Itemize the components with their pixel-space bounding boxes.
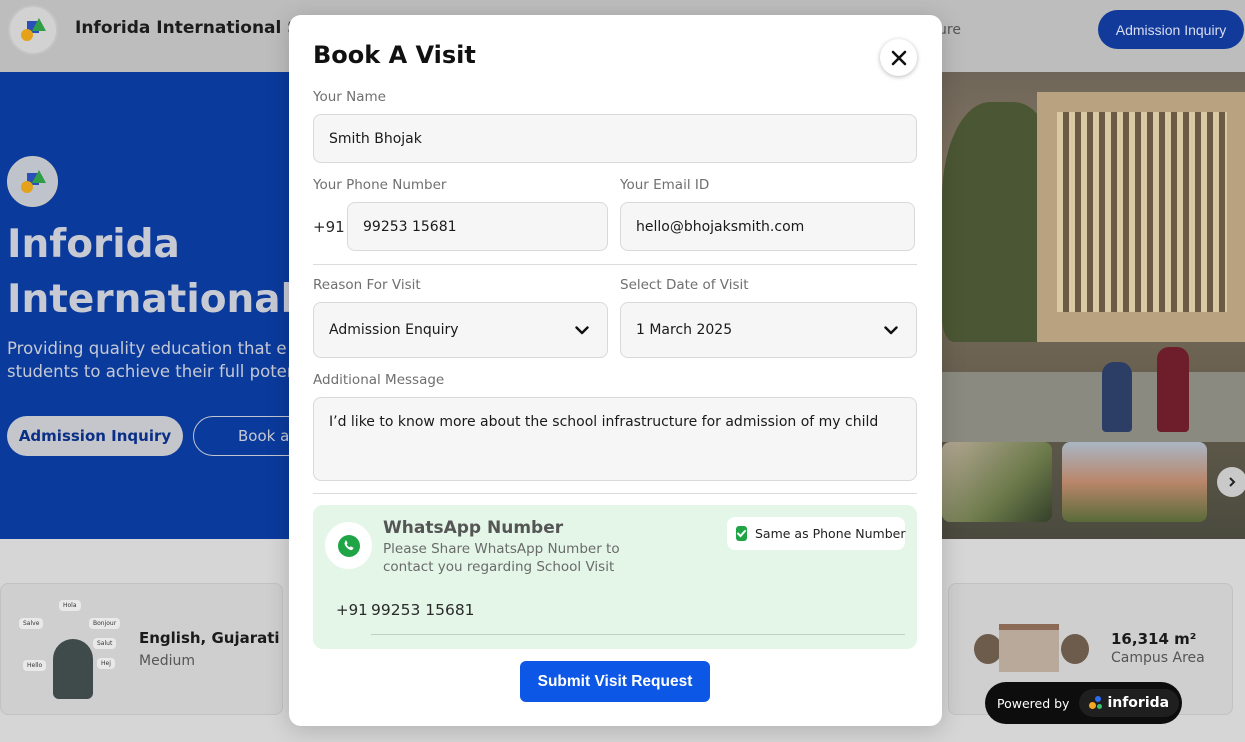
inforida-brand-name: inforida xyxy=(1107,695,1170,711)
language-illustration: Hola Salve Salut Hello Bonjour Hej xyxy=(13,594,125,706)
name-label: Your Name xyxy=(313,89,386,105)
reason-label: Reason For Visit xyxy=(313,277,421,293)
chevron-down-icon xyxy=(575,325,589,334)
phone-label: Your Phone Number xyxy=(313,177,447,193)
student-figure xyxy=(1102,362,1132,432)
building-shape xyxy=(999,624,1059,672)
campus-area-label: Campus Area xyxy=(1111,650,1205,666)
speech-bubble: Salut xyxy=(93,638,117,649)
chevron-down-icon xyxy=(884,325,898,334)
hero-title-line-2: International S xyxy=(7,277,336,322)
ground-shape xyxy=(942,372,1245,442)
checkbox-checked-icon[interactable] xyxy=(736,526,747,541)
hero-logo xyxy=(7,156,58,207)
date-selected-value: 1 March 2025 xyxy=(636,322,733,338)
hero-title-line-1: Inforida xyxy=(7,222,180,267)
campus-illustration xyxy=(969,624,1094,674)
date-label: Select Date of Visit xyxy=(620,277,749,293)
reason-select[interactable]: Admission Enquiry xyxy=(313,302,608,358)
hero-title: Inforida International S xyxy=(7,217,336,327)
whatsapp-description: Please Share WhatsApp Number to contact … xyxy=(383,541,620,575)
student-figure xyxy=(1157,347,1189,432)
whatsapp-country-code: +91 xyxy=(336,601,368,619)
hero-subtitle: Providing quality education that e stude… xyxy=(7,337,294,383)
message-label: Additional Message xyxy=(313,372,445,388)
whatsapp-icon xyxy=(337,534,360,557)
whatsapp-title: WhatsApp Number xyxy=(383,518,564,538)
book-visit-modal: Book A Visit Your Name Smith Bhojak Your… xyxy=(289,15,942,726)
gallery-thumbnail[interactable] xyxy=(942,442,1052,522)
hero-subtitle-line-1: Providing quality education that e xyxy=(7,339,287,358)
campus-area-value: 16,314 m² xyxy=(1111,630,1197,648)
hero-subtitle-line-2: students to achieve their full poter xyxy=(7,362,294,381)
speech-bubble: Hello xyxy=(23,660,47,671)
medium-languages: English, Gujarati xyxy=(139,629,280,647)
building-shape xyxy=(1037,92,1245,342)
whatsapp-number-field[interactable]: 99253 15681 xyxy=(371,601,475,619)
chevron-right-icon xyxy=(1229,477,1236,487)
email-label: Your Email ID xyxy=(620,177,710,193)
whatsapp-input-underline xyxy=(371,634,905,635)
close-icon xyxy=(891,50,906,65)
campus-photo xyxy=(942,72,1245,539)
gallery-thumbnail[interactable] xyxy=(1062,442,1207,522)
whatsapp-icon-wrapper xyxy=(325,522,372,569)
admission-inquiry-button[interactable]: Admission Inquiry xyxy=(1098,10,1244,49)
divider xyxy=(313,493,917,494)
powered-by-badge[interactable]: Powered by inforida xyxy=(985,682,1182,724)
message-textarea[interactable]: I’d like to know more about the school i… xyxy=(313,397,917,481)
powered-by-label: Powered by xyxy=(997,695,1070,711)
submit-visit-request-button[interactable]: Submit Visit Request xyxy=(520,661,710,702)
whatsapp-section: WhatsApp Number Please Share WhatsApp Nu… xyxy=(313,505,917,649)
phone-country-code: +91 xyxy=(313,218,345,236)
reason-selected-value: Admission Enquiry xyxy=(329,322,459,338)
logo-shapes-icon xyxy=(20,169,46,193)
close-button[interactable] xyxy=(880,39,917,76)
tree-shape xyxy=(974,634,1002,664)
gallery-next-button[interactable] xyxy=(1217,467,1245,497)
speech-bubble: Hola xyxy=(59,600,81,611)
same-as-phone-label: Same as Phone Number xyxy=(755,526,906,541)
divider xyxy=(313,264,917,265)
name-field[interactable]: Smith Bhojak xyxy=(313,114,917,163)
logo-shapes-icon xyxy=(21,18,46,41)
brand-name: Inforida International Sch xyxy=(75,18,322,38)
medium-label: Medium xyxy=(139,653,195,669)
inforida-brand: inforida xyxy=(1079,689,1180,717)
date-select[interactable]: 1 March 2025 xyxy=(620,302,917,358)
same-as-phone-checkbox[interactable]: Same as Phone Number xyxy=(727,517,906,550)
school-logo[interactable] xyxy=(8,5,58,55)
phone-field[interactable]: 99253 15681 xyxy=(347,202,608,251)
modal-title: Book A Visit xyxy=(313,41,476,69)
medium-card: Hola Salve Salut Hello Bonjour Hej Engli… xyxy=(0,583,283,715)
inforida-logo-icon xyxy=(1089,696,1103,710)
speech-bubble: Bonjour xyxy=(89,618,121,629)
speech-bubble: Salve xyxy=(19,618,44,629)
hero-admission-inquiry-button[interactable]: Admission Inquiry xyxy=(7,416,183,456)
speech-bubble: Hej xyxy=(97,658,115,669)
tree-shape xyxy=(1061,634,1089,664)
person-illustration xyxy=(53,639,93,699)
email-field[interactable]: hello@bhojaksmith.com xyxy=(620,202,915,251)
